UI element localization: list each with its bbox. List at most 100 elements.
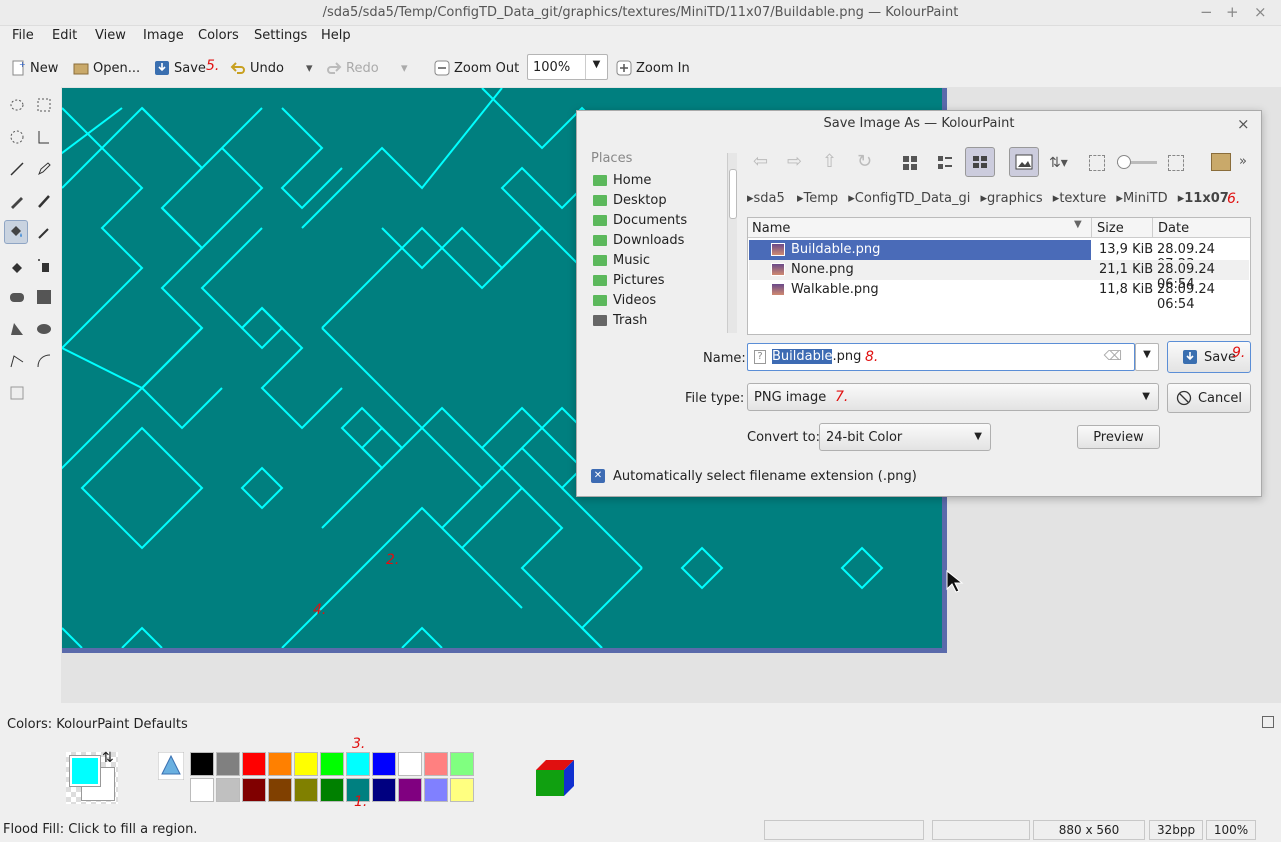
place-desktop[interactable]: Desktop xyxy=(593,193,667,208)
zoom-in-button[interactable]: Zoom In xyxy=(616,58,690,78)
new-button[interactable]: + New xyxy=(10,58,58,78)
text-tool[interactable] xyxy=(32,125,56,149)
place-downloads[interactable]: Downloads xyxy=(593,233,684,248)
column-size[interactable]: Size xyxy=(1091,218,1124,238)
zoom-out-button[interactable]: Zoom Out xyxy=(434,58,519,78)
ellipse-tool[interactable] xyxy=(32,317,56,341)
preview-button[interactable]: Preview xyxy=(1077,425,1160,449)
maximize-icon[interactable]: + xyxy=(1226,3,1239,21)
spraycan-tool[interactable] xyxy=(32,253,56,277)
palette-swatch[interactable] xyxy=(216,778,240,802)
undo-dropdown-icon[interactable]: ▾ xyxy=(306,58,313,78)
palette-swatch[interactable] xyxy=(242,778,266,802)
dialog-close-icon[interactable]: × xyxy=(1237,115,1250,133)
save-button[interactable]: Save xyxy=(154,58,206,78)
undock-panel-icon[interactable] xyxy=(1262,716,1274,728)
redo-dropdown-icon[interactable]: ▾ xyxy=(401,58,408,78)
curve-tool[interactable] xyxy=(32,349,56,373)
palette-swatch[interactable] xyxy=(450,778,474,802)
transparency-cone-icon[interactable] xyxy=(158,752,184,780)
free-select-tool[interactable] xyxy=(5,93,29,117)
palette-swatch[interactable] xyxy=(190,778,214,802)
color-eraser-tool[interactable] xyxy=(5,253,29,277)
color-cube-icon[interactable] xyxy=(534,758,576,798)
palette-swatch[interactable] xyxy=(268,778,292,802)
convert-combobox[interactable]: 24-bit Color ▼ xyxy=(819,423,991,451)
palette-swatch[interactable] xyxy=(320,778,344,802)
compact-view-icon[interactable] xyxy=(937,155,953,171)
palette-swatch[interactable] xyxy=(268,752,292,776)
zoom-dropdown-icon[interactable]: ▼ xyxy=(585,55,607,79)
place-music[interactable]: Music xyxy=(593,253,650,268)
palette-swatch[interactable] xyxy=(294,752,318,776)
breadcrumb-item[interactable]: sda5 xyxy=(754,191,785,206)
breadcrumb-item[interactable]: texture xyxy=(1059,191,1106,206)
zoom-slider-handle[interactable] xyxy=(1117,155,1131,169)
file-row-selected[interactable]: Buildable.png 13,9 KiB 28.09.24 07:23 xyxy=(749,240,1249,272)
color-well[interactable]: ⇅ xyxy=(66,750,118,804)
back-icon[interactable]: ⇦ xyxy=(753,151,768,172)
rect-select-tool[interactable] xyxy=(32,93,56,117)
breadcrumb-item[interactable]: MiniTD xyxy=(1123,191,1168,206)
palette-swatch[interactable] xyxy=(346,752,370,776)
column-date[interactable]: Date xyxy=(1152,218,1189,238)
palette-swatch[interactable] xyxy=(424,752,448,776)
palette-swatch[interactable] xyxy=(372,778,396,802)
place-documents[interactable]: Documents xyxy=(593,213,687,228)
reload-icon[interactable]: ↻ xyxy=(857,151,872,172)
menu-file[interactable]: File xyxy=(12,28,34,43)
menu-settings[interactable]: Settings xyxy=(254,28,307,43)
swap-colors-icon[interactable]: ⇅ xyxy=(102,750,114,766)
zoom-combobox[interactable]: 100% ▼ xyxy=(527,54,608,80)
auto-extension-label[interactable]: Automatically select filename extension … xyxy=(613,469,917,484)
undo-button[interactable]: Undo xyxy=(230,58,284,78)
menu-view[interactable]: View xyxy=(95,28,126,43)
breadcrumb-item[interactable]: ConfigTD_Data_gi xyxy=(855,191,971,206)
zoom-slider[interactable] xyxy=(1117,155,1157,169)
file-row[interactable]: None.png 21,1 KiB 28.09.24 06:54 xyxy=(749,260,1249,292)
palette-swatch[interactable] xyxy=(450,752,474,776)
menu-help[interactable]: Help xyxy=(321,28,351,43)
breadcrumb-current[interactable]: 11x07 xyxy=(1184,191,1229,206)
palette-swatch[interactable] xyxy=(398,752,422,776)
place-videos[interactable]: Videos xyxy=(593,293,656,308)
filename-history-dropdown-icon[interactable]: ▼ xyxy=(1135,343,1159,371)
color-picker-tool[interactable] xyxy=(32,221,56,245)
places-scrollbar-thumb[interactable] xyxy=(729,169,737,219)
menu-image[interactable]: Image xyxy=(143,28,184,43)
redo-button[interactable]: Redo xyxy=(326,58,379,78)
brush-tool[interactable] xyxy=(32,189,56,213)
sort-icon[interactable]: ⇅▾ xyxy=(1049,155,1068,171)
place-trash[interactable]: Trash xyxy=(593,313,647,328)
minimize-icon[interactable]: − xyxy=(1200,3,1213,21)
places-scrollbar[interactable] xyxy=(727,153,737,333)
clear-text-icon[interactable]: ⌫ xyxy=(1104,349,1122,364)
ellipse-select-tool[interactable] xyxy=(5,125,29,149)
tool-option-icon[interactable] xyxy=(5,381,29,405)
file-row[interactable]: Walkable.png 11,8 KiB 28.09.24 06:54 xyxy=(749,280,1249,312)
palette-swatch[interactable] xyxy=(372,752,396,776)
breadcrumb-item[interactable]: graphics xyxy=(987,191,1043,206)
palette-swatch[interactable] xyxy=(216,752,240,776)
zoom-in-small-icon[interactable] xyxy=(1168,155,1184,171)
filetype-combobox[interactable]: PNG image ▼ xyxy=(747,383,1159,411)
open-button[interactable]: Open... xyxy=(73,58,140,78)
detail-view-icon[interactable] xyxy=(965,147,995,177)
zoom-out-small-icon[interactable] xyxy=(1089,155,1105,171)
polygon-tool[interactable] xyxy=(5,317,29,341)
new-folder-icon[interactable] xyxy=(1211,153,1231,171)
line-tool[interactable] xyxy=(5,157,29,181)
dialog-cancel-button[interactable]: Cancel xyxy=(1167,383,1251,413)
polyline-tool[interactable] xyxy=(5,349,29,373)
palette-swatch[interactable] xyxy=(398,778,422,802)
palette-swatch[interactable] xyxy=(320,752,344,776)
canvas-resize-handle-bottom[interactable] xyxy=(62,648,947,653)
up-folder-icon[interactable]: ⇧ xyxy=(822,151,837,172)
preview-toggle-icon[interactable] xyxy=(1009,147,1039,177)
rounded-rect-tool[interactable] xyxy=(5,285,29,309)
place-home[interactable]: Home xyxy=(593,173,651,188)
filename-input[interactable]: ? Buildable.png ⌫ xyxy=(747,343,1135,371)
breadcrumb-item[interactable]: Temp xyxy=(803,191,838,206)
more-chevron-icon[interactable]: » xyxy=(1239,154,1247,169)
rectangle-tool[interactable] xyxy=(32,285,56,309)
